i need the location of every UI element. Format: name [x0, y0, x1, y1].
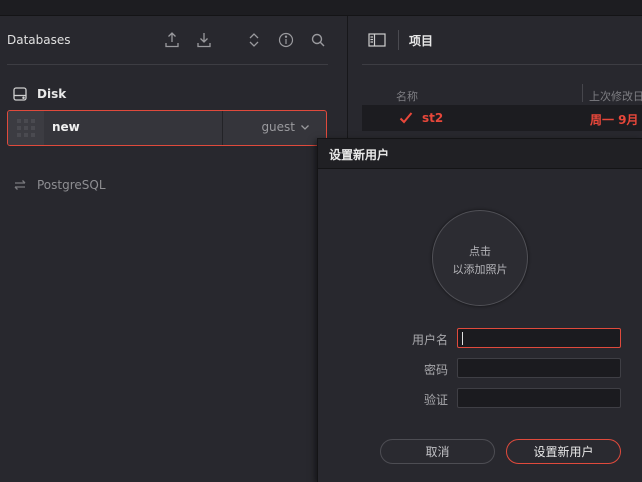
upload-icon[interactable] — [164, 31, 180, 49]
disk-icon — [12, 86, 28, 102]
project-modified-date: 周一 9月 1 — [590, 113, 642, 127]
add-photo-button[interactable]: 点击 以添加照片 — [432, 210, 528, 306]
user-dropdown[interactable]: guest — [261, 120, 310, 134]
info-icon[interactable] — [278, 31, 294, 49]
checkmark-icon — [398, 110, 414, 126]
column-header-modified[interactable]: 上次修改日 — [589, 88, 642, 104]
photo-label-click: 点击 — [469, 245, 491, 258]
disk-label: Disk — [37, 87, 67, 101]
database-entry-postgresql[interactable]: PostgreSQL — [12, 176, 106, 194]
database-thumbnail — [8, 111, 44, 145]
databases-header: Databases — [0, 16, 347, 66]
dialog-title: 设置新用户 — [329, 148, 390, 162]
search-icon[interactable] — [310, 31, 326, 49]
verify-password-field[interactable] — [457, 388, 621, 408]
username-label: 用户名 — [411, 333, 448, 347]
password-label: 密码 — [423, 363, 448, 377]
photo-label-add: 以添加照片 — [452, 263, 508, 276]
postgresql-label: PostgreSQL — [37, 178, 106, 192]
sort-icon[interactable] — [246, 31, 262, 49]
databases-panel: Databases Disk new guest PostgreSQL — [0, 16, 347, 482]
setup-user-button[interactable]: 设置新用户 — [506, 439, 621, 464]
username-field[interactable] — [457, 328, 621, 348]
project-name: st2 — [422, 111, 444, 125]
new-user-dialog: 设置新用户 点击 以添加照片 用户名 密码 验证 取消 设置新用户 — [317, 138, 642, 482]
databases-title: Databases — [7, 33, 71, 47]
disk-section-header: Disk — [12, 84, 66, 104]
chevron-down-icon — [300, 122, 310, 132]
download-icon[interactable] — [196, 31, 212, 49]
text-caret — [462, 332, 463, 345]
database-name: new — [52, 120, 80, 134]
database-entry-divider — [222, 111, 223, 145]
column-header-name[interactable]: 名称 — [396, 88, 418, 104]
column-header-separator — [582, 84, 583, 102]
verify-label: 验证 — [423, 393, 448, 407]
top-strip — [0, 0, 642, 16]
password-field[interactable] — [457, 358, 621, 378]
network-arrows-icon — [12, 177, 28, 193]
projects-title: 项目 — [409, 34, 434, 48]
dialog-header: 设置新用户 — [318, 139, 642, 169]
database-entry-new[interactable]: new guest — [7, 110, 327, 146]
header-separator — [398, 30, 399, 50]
cancel-button[interactable]: 取消 — [380, 439, 495, 464]
project-row[interactable]: st2 周一 9月 1 — [362, 105, 642, 131]
projects-header-divider — [362, 64, 642, 65]
header-divider — [7, 64, 328, 65]
user-dropdown-label: guest — [261, 120, 295, 134]
sidebar-toggle-icon[interactable] — [368, 33, 386, 47]
